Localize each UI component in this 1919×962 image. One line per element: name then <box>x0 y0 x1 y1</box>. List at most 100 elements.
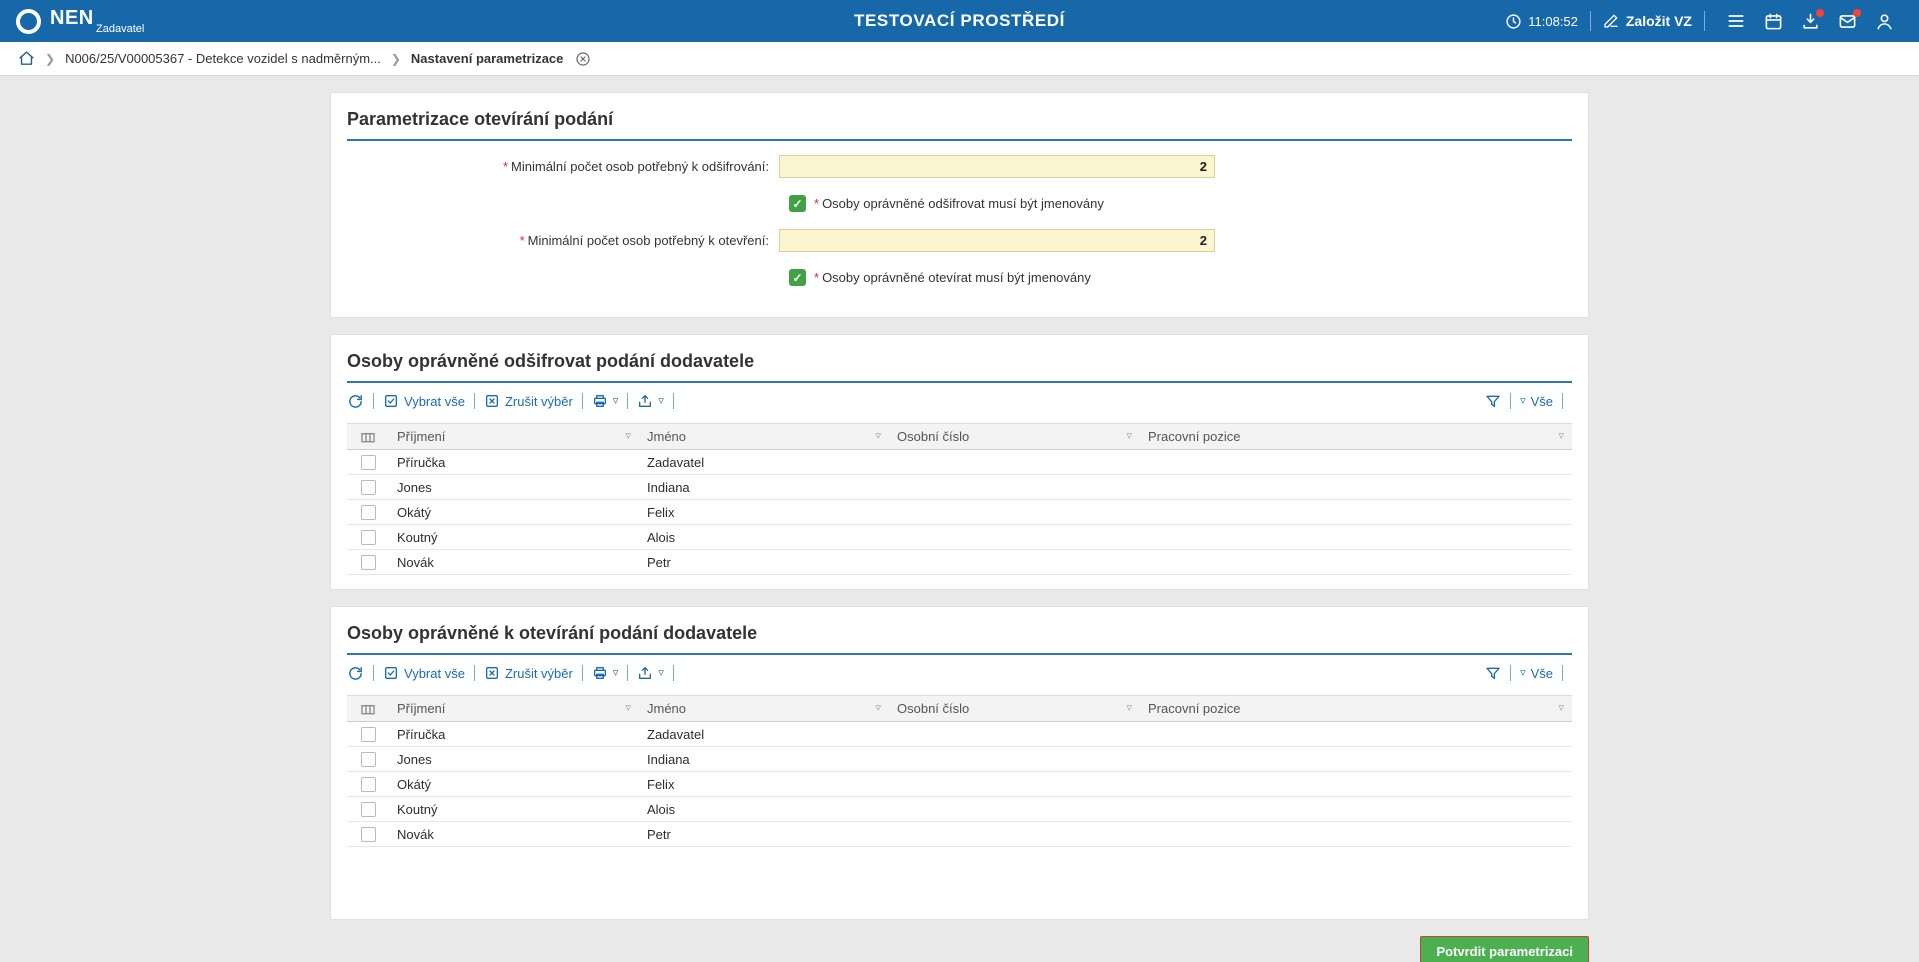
checkbox-cross-icon <box>484 665 500 681</box>
select-all-button[interactable]: Vybrat vše <box>383 393 465 409</box>
row-checkbox[interactable] <box>361 455 376 470</box>
messages-icon[interactable] <box>1838 12 1857 31</box>
refresh-icon[interactable] <box>347 665 364 682</box>
view-filter-button[interactable]: Vše <box>1520 394 1553 409</box>
row-checkbox[interactable] <box>361 802 376 817</box>
row-checkbox[interactable] <box>361 555 376 570</box>
header-surname-label: Příjmení <box>397 429 445 444</box>
column-filter-icon[interactable] <box>1558 703 1564 714</box>
view-filter-label: Vše <box>1531 666 1553 681</box>
cell-surname: Okátý <box>389 777 639 792</box>
table-row[interactable]: Jones Indiana <box>347 747 1572 772</box>
select-all-button[interactable]: Vybrat vše <box>383 665 465 681</box>
close-tab-icon[interactable] <box>575 51 591 67</box>
home-icon[interactable] <box>18 50 35 67</box>
table-row[interactable]: Příručka Zadavatel <box>347 450 1572 475</box>
column-filter-icon[interactable] <box>875 431 881 442</box>
calendar-icon[interactable] <box>1764 12 1783 31</box>
export-button[interactable] <box>637 665 664 681</box>
create-vz-button[interactable]: Založit VZ <box>1603 13 1692 29</box>
table-row[interactable]: Příručka Zadavatel <box>347 722 1572 747</box>
table-row[interactable]: Koutný Alois <box>347 797 1572 822</box>
menu-icon[interactable] <box>1726 11 1746 31</box>
app-logo[interactable]: NEN Zadavatel <box>16 8 144 35</box>
toolbar-separator <box>673 393 674 409</box>
row-checkbox[interactable] <box>361 727 376 742</box>
row-checkbox[interactable] <box>361 827 376 842</box>
export-button[interactable] <box>637 393 664 409</box>
downloads-icon[interactable] <box>1801 12 1820 31</box>
toolbar-separator <box>1510 665 1511 681</box>
table-row[interactable]: Okátý Felix <box>347 772 1572 797</box>
column-filter-icon[interactable] <box>1126 431 1132 442</box>
header-first-name-label: Jméno <box>647 429 686 444</box>
table-row[interactable]: Jones Indiana <box>347 475 1572 500</box>
print-button[interactable] <box>592 393 619 409</box>
decrypt-table-title: Osoby oprávněné odšifrovat podání dodava… <box>347 347 1572 383</box>
open-count-input[interactable] <box>779 229 1215 252</box>
column-filter-icon[interactable] <box>1126 703 1132 714</box>
clear-selection-label: Zrušit výběr <box>505 394 573 409</box>
decrypt-count-label: *Minimální počet osob potřebný k odšifro… <box>347 159 779 174</box>
open-named-checkbox[interactable] <box>789 269 806 286</box>
table-row[interactable]: Novák Petr <box>347 822 1572 847</box>
row-checkbox[interactable] <box>361 480 376 495</box>
view-filter-button[interactable]: Vše <box>1520 666 1553 681</box>
row-checkbox[interactable] <box>361 752 376 767</box>
decrypt-count-row: *Minimální počet osob potřebný k odšifro… <box>347 155 1572 178</box>
filter-icon[interactable] <box>1485 393 1501 409</box>
header-position: Pracovní pozice <box>1140 429 1572 444</box>
table-row[interactable]: Koutný Alois <box>347 525 1572 550</box>
header-position-label: Pracovní pozice <box>1148 429 1241 444</box>
decrypt-named-checkbox[interactable] <box>789 195 806 212</box>
row-select-cell <box>347 802 389 817</box>
column-filter-icon[interactable] <box>625 431 631 442</box>
open-named-row: *Osoby oprávněné otevírat musí být jmeno… <box>789 266 1572 289</box>
cell-surname: Novák <box>389 827 639 842</box>
checkbox-checked-icon <box>383 393 399 409</box>
open-table-toolbar: Vybrat vše Zrušit výběr <box>347 661 1572 685</box>
topbar-actions: 11:08:52 Založit VZ <box>1505 11 1903 31</box>
header-personal-number: Osobní číslo <box>889 429 1140 444</box>
cell-first-name: Indiana <box>639 480 889 495</box>
topbar-separator <box>1704 11 1705 31</box>
header-select-cell <box>347 429 389 445</box>
row-checkbox[interactable] <box>361 530 376 545</box>
row-checkbox[interactable] <box>361 777 376 792</box>
user-icon[interactable] <box>1875 12 1894 31</box>
toolbar-separator <box>373 665 374 681</box>
decrypt-named-label: *Osoby oprávněné odšifrovat musí být jme… <box>814 196 1104 211</box>
checkbox-cross-icon <box>484 393 500 409</box>
row-checkbox[interactable] <box>361 505 376 520</box>
row-select-cell <box>347 777 389 792</box>
decrypt-count-input[interactable] <box>779 155 1215 178</box>
column-filter-icon[interactable] <box>875 703 881 714</box>
column-settings-icon[interactable] <box>360 429 376 445</box>
cell-first-name: Felix <box>639 777 889 792</box>
toolbar-separator <box>474 665 475 681</box>
toolbar-separator <box>1562 393 1563 409</box>
footer-actions: Potvrdit parametrizaci <box>330 936 1589 962</box>
chevron-down-icon <box>1520 668 1526 679</box>
print-button[interactable] <box>592 665 619 681</box>
header-first-name: Jméno <box>639 429 889 444</box>
breadcrumb-contract[interactable]: N006/25/V00005367 - Detekce vozidel s na… <box>65 51 381 66</box>
open-table-title: Osoby oprávněné k otevírání podání dodav… <box>347 619 1572 655</box>
clear-selection-label: Zrušit výběr <box>505 666 573 681</box>
column-filter-icon[interactable] <box>625 703 631 714</box>
refresh-icon[interactable] <box>347 393 364 410</box>
table-row[interactable]: Okátý Felix <box>347 500 1572 525</box>
row-select-cell <box>347 455 389 470</box>
open-count-label: *Minimální počet osob potřebný k otevřen… <box>347 233 779 248</box>
column-settings-icon[interactable] <box>360 701 376 717</box>
table-row[interactable]: Novák Petr <box>347 550 1572 575</box>
clear-selection-button[interactable]: Zrušit výběr <box>484 665 573 681</box>
clear-selection-button[interactable]: Zrušit výběr <box>484 393 573 409</box>
open-count-row: *Minimální počet osob potřebný k otevřen… <box>347 229 1572 252</box>
current-time: 11:08:52 <box>1528 14 1578 29</box>
column-filter-icon[interactable] <box>1558 431 1564 442</box>
confirm-parametrization-button[interactable]: Potvrdit parametrizaci <box>1420 936 1589 962</box>
filter-icon[interactable] <box>1485 665 1501 681</box>
cell-first-name: Zadavatel <box>639 727 889 742</box>
cell-first-name: Petr <box>639 555 889 570</box>
